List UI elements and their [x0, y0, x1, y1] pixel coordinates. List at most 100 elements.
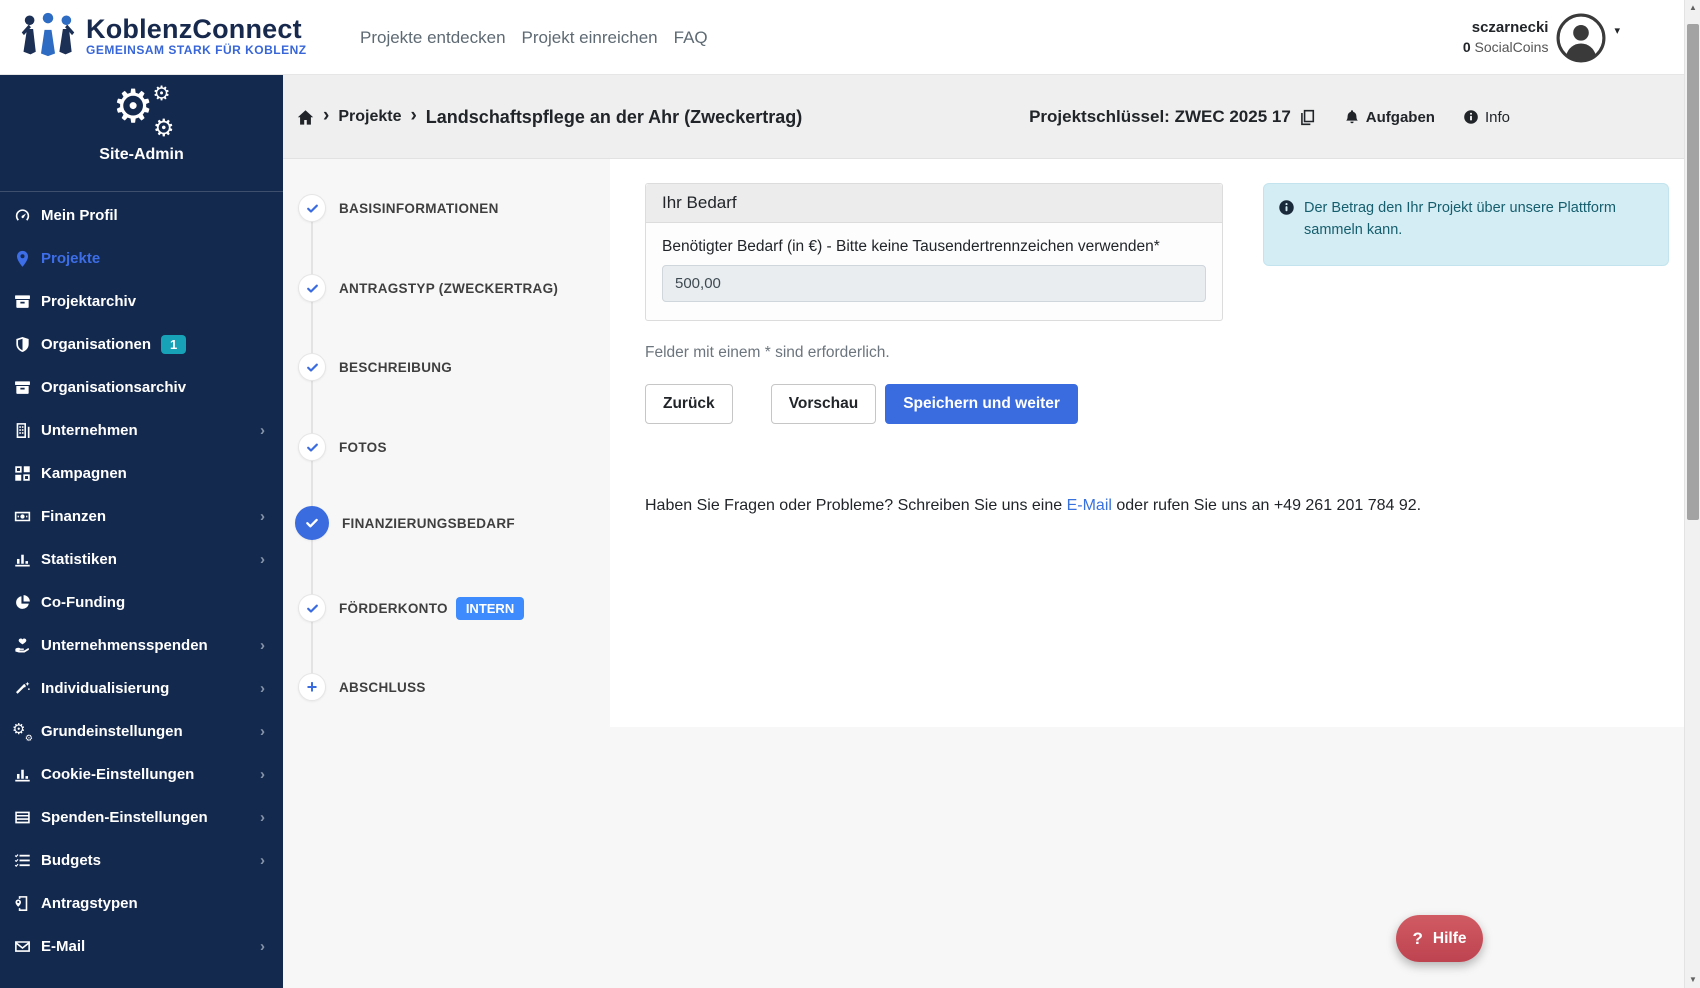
check-icon — [306, 202, 319, 215]
step-connector — [311, 540, 313, 594]
email-link[interactable]: E-Mail — [1067, 497, 1112, 514]
bar-chart-icon — [14, 766, 31, 783]
save-continue-button[interactable]: Speichern und weiter — [885, 384, 1078, 424]
top-header: KoblenzConnect GEMEINSAM STARK FÜR KOBLE… — [0, 0, 1700, 75]
check-icon — [306, 602, 319, 615]
project-key: Projektschlüssel: ZWEC 2025 17 — [1029, 107, 1316, 127]
magic-wand-icon — [14, 680, 31, 697]
step-basisinformationen[interactable]: BASISINFORMATIONEN — [298, 194, 499, 222]
back-button[interactable]: Zurück — [645, 384, 733, 424]
chevron-down-icon[interactable]: ▾ — [1614, 24, 1620, 37]
avatar[interactable] — [1556, 13, 1606, 63]
app-window: KoblenzConnect GEMEINSAM STARK FÜR KOBLE… — [0, 0, 1700, 988]
sidebar-item-statistiken[interactable]: Statistiken› — [0, 538, 283, 581]
scroll-down-icon[interactable]: ▼ — [1685, 972, 1700, 988]
breadcrumb-bar: › Projekte › Landschaftspflege an der Ah… — [283, 75, 1684, 159]
breadcrumb-separator: › — [410, 105, 416, 127]
help-button[interactable]: ? Hilfe — [1396, 915, 1483, 962]
chevron-right-icon: › — [260, 637, 265, 654]
step-fotos[interactable]: FOTOS — [298, 433, 387, 461]
building-icon — [14, 422, 31, 439]
scrollbar: ▲ ▼ — [1684, 0, 1700, 988]
sidebar-item-cookie-einstellungen[interactable]: Cookie-Einstellungen› — [0, 753, 283, 796]
breadcrumb: › Projekte › Landschaftspflege an der Ah… — [297, 75, 802, 159]
shield-icon — [14, 336, 31, 353]
list-check-icon — [14, 852, 31, 869]
info-button[interactable]: Info — [1463, 109, 1510, 126]
main-nav: Projekte entdecken Projekt einreichen FA… — [360, 0, 708, 75]
envelope-icon — [14, 938, 31, 955]
chevron-right-icon: › — [260, 852, 265, 869]
chevron-right-icon: › — [260, 508, 265, 525]
copy-icon[interactable] — [1299, 109, 1316, 126]
scrollbar-thumb[interactable] — [1687, 24, 1699, 520]
site-admin-label: Site-Admin — [0, 146, 283, 164]
sidebar-item-unternehmensspenden[interactable]: Unternehmensspenden› — [0, 624, 283, 667]
sidebar-item-kampagnen[interactable]: Kampagnen — [0, 452, 283, 495]
chevron-right-icon: › — [260, 766, 265, 783]
plus-icon: + — [307, 678, 318, 696]
sidebar-item-email[interactable]: E-Mail› — [0, 925, 283, 968]
question-mark-icon: ? — [1413, 929, 1423, 949]
step-connector — [311, 461, 313, 506]
site-admin-block: ⚙⚙⚙ Site-Admin — [0, 75, 283, 192]
check-icon — [306, 361, 319, 374]
sidebar-item-unternehmen[interactable]: Unternehmen› — [0, 409, 283, 452]
preview-button[interactable]: Vorschau — [771, 384, 877, 424]
archive-icon — [14, 293, 31, 310]
info-icon — [1463, 109, 1479, 125]
user-menu[interactable]: sczarnecki 0 SocialCoins ▾ — [1463, 0, 1620, 75]
chevron-right-icon: › — [260, 422, 265, 439]
step-antragstyp[interactable]: ANTRAGSTYP (ZWECKERTRAG) — [298, 274, 558, 302]
gauge-icon — [14, 207, 31, 224]
archive-icon — [14, 379, 31, 396]
scroll-up-icon[interactable]: ▲ — [1685, 0, 1700, 16]
chevron-right-icon: › — [260, 680, 265, 697]
user-coins: 0 SocialCoins — [1463, 38, 1549, 57]
info-alert-text: Der Betrag den Ihr Projekt über unsere P… — [1304, 197, 1650, 252]
sidebar-item-mein-profil[interactable]: Mein Profil — [0, 194, 283, 237]
sidebar-item-organisationsarchiv[interactable]: Organisationsarchiv — [0, 366, 283, 409]
step-abschluss[interactable]: + ABSCHLUSS — [298, 673, 426, 701]
contact-help-line: Haben Sie Fragen oder Probleme? Schreibe… — [645, 497, 1421, 515]
check-icon — [305, 516, 319, 530]
sidebar-item-projekte[interactable]: Projekte — [0, 237, 283, 280]
hand-heart-icon — [14, 637, 31, 654]
tasks-button[interactable]: Aufgaben — [1344, 109, 1435, 126]
sidebar-item-organisationen[interactable]: Organisationen1 — [0, 323, 283, 366]
step-connector — [311, 622, 313, 673]
document-pin-icon — [14, 895, 31, 912]
chevron-right-icon: › — [260, 551, 265, 568]
required-fields-note: Felder mit einem * sind erforderlich. — [645, 344, 890, 362]
step-finanzierungsbedarf[interactable]: FINANZIERUNGSBEDARF — [295, 506, 515, 540]
sidebar-item-spenden-einstellungen[interactable]: Spenden-Einstellungen› — [0, 796, 283, 839]
banknote-icon — [14, 508, 31, 525]
bedarf-input[interactable] — [662, 265, 1206, 302]
sidebar-item-individualisierung[interactable]: Individualisierung› — [0, 667, 283, 710]
sidebar-item-antragstypen[interactable]: Antragstypen — [0, 882, 283, 925]
sidebar-item-grundeinstellungen[interactable]: ⚙⚙Grundeinstellungen› — [0, 710, 283, 753]
chevron-right-icon: › — [260, 809, 265, 826]
gears-icon: ⚙⚙ — [14, 723, 31, 740]
sidebar-item-budgets[interactable]: Budgets› — [0, 839, 283, 882]
page-title: Landschaftspflege an der Ahr (Zweckertra… — [426, 107, 802, 128]
logo-people-icon — [20, 11, 76, 61]
breadcrumb-projekte[interactable]: Projekte — [338, 108, 401, 126]
table-icon — [14, 809, 31, 826]
qr-icon — [14, 465, 31, 482]
home-icon[interactable] — [297, 109, 314, 126]
nav-projekte-entdecken[interactable]: Projekte entdecken — [360, 24, 506, 52]
step-foerderkonto[interactable]: FÖRDERKONTO INTERN — [298, 594, 524, 622]
nav-faq[interactable]: FAQ — [674, 24, 708, 52]
sidebar-item-projektarchiv[interactable]: Projektarchiv — [0, 280, 283, 323]
sidebar-item-co-funding[interactable]: Co-Funding — [0, 581, 283, 624]
chevron-right-icon: › — [260, 723, 265, 740]
nav-projekt-einreichen[interactable]: Projekt einreichen — [522, 24, 658, 52]
map-pin-icon — [14, 250, 31, 267]
check-icon — [306, 441, 319, 454]
logo[interactable]: KoblenzConnect GEMEINSAM STARK FÜR KOBLE… — [20, 11, 307, 61]
sidebar-item-finanzen[interactable]: Finanzen› — [0, 495, 283, 538]
step-beschreibung[interactable]: BESCHREIBUNG — [298, 353, 452, 381]
breadcrumb-separator: › — [323, 105, 329, 127]
check-icon — [306, 282, 319, 295]
